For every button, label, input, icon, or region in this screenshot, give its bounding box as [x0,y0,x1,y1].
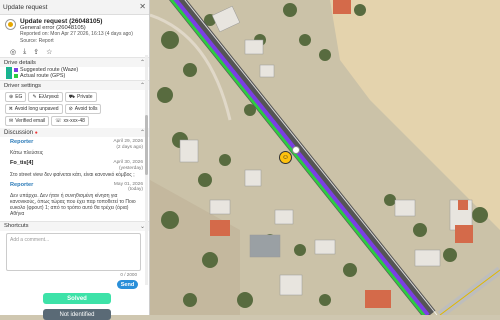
comment-input[interactable]: Add a comment... [6,232,141,271]
request-type-icon [5,19,16,30]
message-author[interactable]: Reporter [10,182,33,193]
driver-settings-chips: ⊕ EG ✎ Ελληνικά ⛟ Private ⛕ Avoid long unpav… [0,90,149,128]
star-icon[interactable]: ☆ [46,48,52,56]
char-count: 0 / 2000 [120,271,137,277]
chip-vehicle[interactable]: ⛟ Private [64,92,97,103]
request-actions: ◎ ⤓ ⇪ ☆ [10,48,149,56]
share-icon[interactable]: ⇪ [33,48,39,56]
request-title: Update request (26048105) [20,18,103,25]
suggested-route-swatch [14,68,18,73]
send-button[interactable]: Send [117,280,138,289]
panel-scrollbar[interactable] [145,55,148,285]
checkbox-actual[interactable] [6,73,12,80]
chip-phone[interactable]: ☏ xx-xxx-48 [51,116,89,127]
globe-icon: ⊕ [9,94,14,101]
phone-icon: ☏ [55,118,62,125]
discussion-message: Reporter May 01, 2026 (today) Δεν υπάρχει… [10,181,143,217]
chip-verified-email[interactable]: ✉ Verified email [5,116,50,127]
message-author[interactable]: Reporter [10,139,33,150]
close-icon[interactable]: ✕ [139,3,146,11]
car-icon: ⛟ [68,93,75,100]
panel-title: Update request [3,3,48,11]
panel-titlebar: Update request ✕ [0,0,149,15]
route-actual[interactable]: Actual route (GPS) [0,73,149,80]
solved-button[interactable]: Solved [43,293,111,304]
email-icon: ✉ [9,118,14,125]
driver-settings-header[interactable]: Driver settings ⌃ [0,80,149,91]
chip-avoid-unpaved[interactable]: ⛕ Avoid long unpaved [5,104,63,115]
message-text: Στο street view δεν φαίνεται κάτι, είναι… [10,171,135,178]
update-request-panel: Update request ✕ Update request (2604810… [0,0,150,315]
actual-route-swatch [14,74,18,79]
map-view[interactable]: ☺ [150,0,500,315]
road-icon: ⛕ [9,105,13,112]
message-author[interactable]: Fo_tis[4] [10,160,33,171]
download-icon[interactable]: ⤓ [23,48,26,56]
discussion-message: Reporter April 29, 2026 (2 days ago) Κάτω… [10,139,143,157]
report-source: Source: Report [20,37,54,44]
chip-language-code[interactable]: ⊕ EG [5,92,27,103]
report-marker-icon[interactable]: ☺ [279,151,292,164]
unread-dot-icon: ● [34,129,38,136]
request-header: Update request (26048105) General error … [0,15,149,46]
message-text: Κάτω πλεύσεις [10,150,44,157]
chip-language[interactable]: ✎ Ελληνικά [28,92,63,103]
chip-avoid-tolls[interactable]: ⊘ Avoid tolls [64,104,102,115]
shortcuts-header[interactable]: Shortcuts ⌄ [0,220,149,231]
message-text: Δεν υπάρχει. Δεν ήταν ή συνηθισμένη κίνη… [10,192,136,217]
marker-bubble-icon [292,146,300,154]
toll-icon: ⊘ [68,106,73,113]
location-icon[interactable]: ◎ [10,48,16,56]
drive-details-header[interactable]: Drive details ⌃ [0,57,149,68]
discussion-header[interactable]: Discussion ● ⌃ [0,128,149,138]
reported-date: Reported on: Mon Apr 27 2026, 16:13 (4 d… [20,31,133,38]
speech-icon: ✎ [32,94,37,101]
discussion-message: Fo_tis[4] April 30, 2026 (yesterday) Στο … [10,160,143,178]
